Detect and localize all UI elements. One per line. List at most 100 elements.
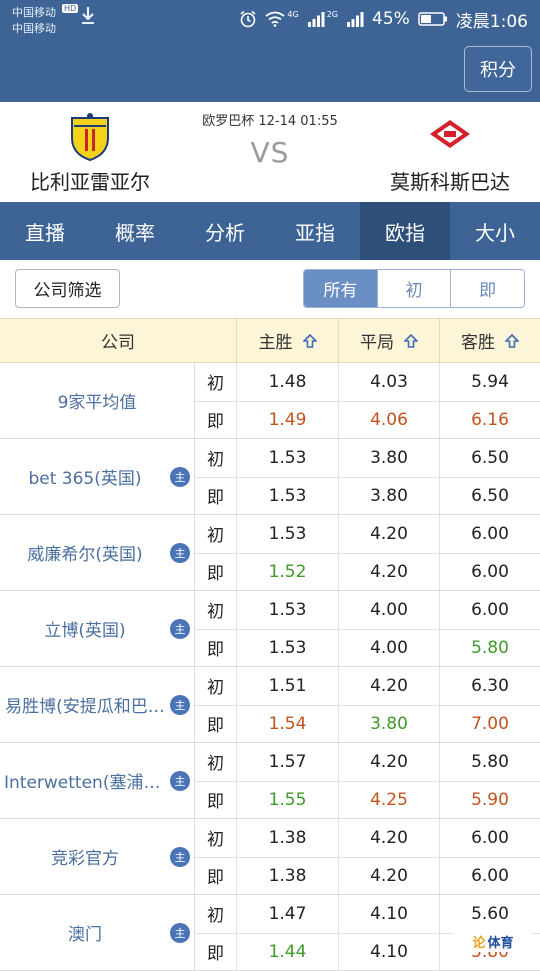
sort-up-icon[interactable] bbox=[303, 333, 317, 349]
live-odds-line: 即1.554.255.90 bbox=[195, 781, 540, 819]
initial-odds-line: 初1.484.035.94 bbox=[195, 363, 540, 401]
main-company-badge-icon: 主 bbox=[170, 467, 190, 487]
initial-away-win-odds: 5.94 bbox=[440, 363, 540, 401]
segment-live[interactable]: 即 bbox=[450, 270, 524, 307]
company-name: 威廉希尔(英国) bbox=[27, 540, 142, 565]
net-type-1: 4G bbox=[287, 10, 298, 19]
tab-analysis[interactable]: 分析 bbox=[180, 202, 270, 260]
sort-up-icon[interactable] bbox=[404, 333, 418, 349]
initial-home-win-odds: 1.53 bbox=[237, 439, 339, 477]
competition-time: 欧罗巴杯 12-14 01:55 bbox=[0, 110, 540, 129]
live-home-win-odds: 1.38 bbox=[237, 858, 339, 895]
live-label: 即 bbox=[195, 478, 237, 515]
hd-badge: HD bbox=[62, 4, 78, 13]
table-row[interactable]: 9家平均值初1.484.035.94即1.494.066.16 bbox=[0, 363, 540, 439]
sort-up-icon[interactable] bbox=[505, 333, 519, 349]
initial-label: 初 bbox=[195, 515, 237, 553]
live-home-win-odds: 1.54 bbox=[237, 706, 339, 743]
signal-icon-2 bbox=[346, 11, 364, 27]
points-button[interactable]: 积分 bbox=[464, 46, 532, 92]
company-name-cell[interactable]: 9家平均值 bbox=[0, 363, 195, 438]
initial-draw-odds: 4.10 bbox=[339, 895, 440, 933]
watermark-prefix: 论 bbox=[472, 932, 485, 951]
home-team-name[interactable]: 比利亚雷亚尔 bbox=[10, 166, 170, 195]
initial-label: 初 bbox=[195, 895, 237, 933]
initial-odds-line: 初1.384.206.00 bbox=[195, 819, 540, 857]
away-team-name[interactable]: 莫斯科斯巴达 bbox=[370, 166, 530, 195]
live-home-win-odds: 1.55 bbox=[237, 782, 339, 819]
table-row[interactable]: Interwetten(塞浦路…主初1.574.205.80即1.554.255… bbox=[0, 743, 540, 819]
download-icon bbox=[80, 6, 96, 26]
initial-label: 初 bbox=[195, 363, 237, 401]
company-name-cell[interactable]: Interwetten(塞浦路…主 bbox=[0, 743, 195, 818]
battery-percent: 45% bbox=[372, 9, 410, 29]
table-row[interactable]: 易胜博(安提瓜和巴…主初1.514.206.30即1.543.807.00 bbox=[0, 667, 540, 743]
live-label: 即 bbox=[195, 782, 237, 819]
live-home-win-odds: 1.44 bbox=[237, 934, 339, 971]
net-type-2: 2G bbox=[327, 10, 338, 19]
watermark-text: 体育 bbox=[488, 932, 514, 951]
tab-bar: 直播 概率 分析 亚指 欧指 大小 bbox=[0, 202, 540, 260]
carrier-label-2: 中国移动 bbox=[12, 20, 56, 36]
initial-draw-odds: 3.80 bbox=[339, 439, 440, 477]
initial-label: 初 bbox=[195, 667, 237, 705]
live-away-win-odds: 5.90 bbox=[440, 782, 540, 819]
segment-initial[interactable]: 初 bbox=[377, 270, 451, 307]
initial-home-win-odds: 1.51 bbox=[237, 667, 339, 705]
header-company: 公司 bbox=[0, 319, 237, 362]
main-company-badge-icon: 主 bbox=[170, 771, 190, 791]
company-name-cell[interactable]: 易胜博(安提瓜和巴…主 bbox=[0, 667, 195, 742]
table-row[interactable]: 立博(英国)主初1.534.006.00即1.534.005.80 bbox=[0, 591, 540, 667]
odds-table-header: 公司 主胜 平局 客胜 bbox=[0, 318, 540, 363]
main-company-badge-icon: 主 bbox=[170, 923, 190, 943]
initial-odds-line: 初1.533.806.50 bbox=[195, 439, 540, 477]
company-name-cell[interactable]: 澳门主 bbox=[0, 895, 195, 970]
live-draw-odds: 4.20 bbox=[339, 554, 440, 591]
table-row[interactable]: 威廉希尔(英国)主初1.534.206.00即1.524.206.00 bbox=[0, 515, 540, 591]
initial-home-win-odds: 1.53 bbox=[237, 515, 339, 553]
initial-home-win-odds: 1.57 bbox=[237, 743, 339, 781]
tab-european-odds[interactable]: 欧指 bbox=[360, 202, 450, 260]
clock: 凌晨1:06 bbox=[456, 7, 528, 32]
tab-probability[interactable]: 概率 bbox=[90, 202, 180, 260]
initial-home-win-odds: 1.48 bbox=[237, 363, 339, 401]
initial-odds-line: 初1.534.006.00 bbox=[195, 591, 540, 629]
initial-odds-line: 初1.574.205.80 bbox=[195, 743, 540, 781]
alarm-icon bbox=[239, 10, 257, 28]
header-home-win[interactable]: 主胜 bbox=[237, 319, 339, 362]
company-name-cell[interactable]: 威廉希尔(英国) 主 bbox=[0, 515, 195, 590]
tab-asian-handicap[interactable]: 亚指 bbox=[270, 202, 360, 260]
table-row[interactable]: bet 365(英国)主初1.533.806.50即1.533.806.50 bbox=[0, 439, 540, 515]
initial-odds-line: 初1.474.105.60 bbox=[195, 895, 540, 933]
header-away-win[interactable]: 客胜 bbox=[440, 319, 540, 362]
carrier-label-1: 中国移动 bbox=[12, 4, 56, 20]
company-name-cell[interactable]: bet 365(英国)主 bbox=[0, 439, 195, 514]
initial-label: 初 bbox=[195, 819, 237, 857]
header-company-label: 公司 bbox=[101, 328, 135, 353]
tab-live[interactable]: 直播 bbox=[0, 202, 90, 260]
main-company-badge-icon: 主 bbox=[170, 847, 190, 867]
header-draw[interactable]: 平局 bbox=[339, 319, 440, 362]
header-away-win-label: 客胜 bbox=[461, 328, 495, 353]
company-name-cell[interactable]: 竞彩官方主 bbox=[0, 819, 195, 894]
table-row[interactable]: 竞彩官方主初1.384.206.00即1.384.206.00 bbox=[0, 819, 540, 895]
initial-home-win-odds: 1.38 bbox=[237, 819, 339, 857]
initial-away-win-odds: 6.30 bbox=[440, 667, 540, 705]
live-away-win-odds: 6.16 bbox=[440, 402, 540, 439]
company-name-cell[interactable]: 立博(英国)主 bbox=[0, 591, 195, 666]
live-home-win-odds: 1.53 bbox=[237, 630, 339, 667]
live-away-win-odds: 6.00 bbox=[440, 858, 540, 895]
tab-over-under[interactable]: 大小 bbox=[450, 202, 540, 260]
header-draw-label: 平局 bbox=[360, 328, 394, 353]
main-company-badge-icon: 主 bbox=[170, 619, 190, 639]
live-odds-line: 即1.533.806.50 bbox=[195, 477, 540, 515]
segment-all[interactable]: 所有 bbox=[304, 270, 377, 307]
live-home-win-odds: 1.49 bbox=[237, 402, 339, 439]
live-away-win-odds: 6.50 bbox=[440, 478, 540, 515]
live-label: 即 bbox=[195, 934, 237, 971]
header-home-win-label: 主胜 bbox=[259, 328, 293, 353]
live-home-win-odds: 1.52 bbox=[237, 554, 339, 591]
main-company-badge-icon: 主 bbox=[170, 543, 190, 563]
live-home-win-odds: 1.53 bbox=[237, 478, 339, 515]
company-filter-button[interactable]: 公司筛选 bbox=[15, 269, 120, 308]
